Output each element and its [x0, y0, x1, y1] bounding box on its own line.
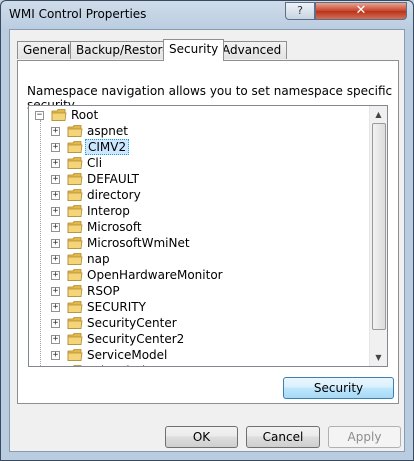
cancel-button-label: Cancel: [262, 430, 304, 444]
expand-icon[interactable]: +: [51, 239, 60, 248]
expand-icon[interactable]: +: [51, 143, 60, 152]
tab-security[interactable]: Security: [163, 39, 225, 61]
folder-icon: [67, 284, 83, 298]
window-title: WMI Control Properties: [9, 7, 147, 21]
expand-icon[interactable]: +: [51, 223, 60, 232]
expand-icon[interactable]: +: [51, 287, 60, 296]
folder-icon: [67, 236, 83, 250]
tab-general[interactable]: General: [17, 41, 77, 59]
security-button[interactable]: Security: [283, 377, 394, 399]
tree-item-label: CIMV2: [85, 139, 130, 155]
tree-item[interactable]: + SECURITY: [29, 299, 369, 315]
folder-icon: [67, 140, 83, 154]
scroll-up-icon[interactable]: ▲: [370, 106, 387, 123]
tree-item-label: ServiceModel: [87, 348, 168, 362]
tree-item[interactable]: + SecurityCenter: [29, 315, 369, 331]
expand-icon[interactable]: +: [51, 159, 60, 168]
expand-icon[interactable]: +: [51, 351, 60, 360]
tree-item-label: Interop: [87, 204, 130, 218]
tree-item[interactable]: + nap: [29, 251, 369, 267]
folder-icon: [67, 204, 83, 218]
tree-item[interactable]: + SecurityCenter2: [29, 331, 369, 347]
security-tab-panel: Namespace navigation allows you to set n…: [17, 60, 399, 404]
collapse-icon[interactable]: −: [35, 111, 44, 120]
tree-item-label: OpenHardwareMonitor: [87, 268, 223, 282]
tree-item[interactable]: + RSOP: [29, 283, 369, 299]
tree-item[interactable]: + OpenHardwareMonitor: [29, 267, 369, 283]
tree-item-label: Root: [71, 108, 99, 122]
ok-button[interactable]: OK: [165, 426, 238, 448]
tab-general-label: General: [23, 43, 71, 57]
ok-button-label: OK: [192, 430, 211, 444]
expand-icon[interactable]: +: [51, 127, 60, 136]
tab-advanced[interactable]: Advanced: [216, 41, 288, 59]
tree-connector-line: [40, 120, 41, 366]
tree-item-label: Cli: [87, 156, 103, 170]
tree-item-label: aspnet: [87, 124, 128, 138]
expand-icon[interactable]: +: [51, 335, 60, 344]
expand-icon[interactable]: +: [51, 175, 60, 184]
help-icon: ?: [297, 4, 303, 17]
expand-icon[interactable]: +: [51, 255, 60, 264]
folder-icon: [67, 252, 83, 266]
folder-icon: [67, 332, 83, 346]
tree-item[interactable]: + DEFAULT: [29, 171, 369, 187]
tree-item[interactable]: + Cli: [29, 155, 369, 171]
folder-icon: [67, 220, 83, 234]
folder-icon: [67, 364, 83, 366]
dialog-window: WMI Control Properties ? ✕ General Backu…: [0, 0, 414, 461]
apply-button-label: Apply: [347, 430, 382, 444]
tab-backup-restore[interactable]: Backup/Restore: [70, 41, 176, 59]
tree-item-label: RSOP: [87, 284, 120, 298]
title-bar[interactable]: WMI Control Properties ? ✕: [1, 1, 413, 29]
tree-item[interactable]: + MicrosoftWmiNet: [29, 235, 369, 251]
security-button-label: Security: [313, 381, 364, 395]
tree-item-label: directory: [87, 188, 141, 202]
folder-icon: [67, 316, 83, 330]
tree-root-item[interactable]: − Root: [29, 107, 369, 123]
folder-icon: [67, 124, 83, 138]
tree-item[interactable]: + directory: [29, 187, 369, 203]
tree-item-label: DEFAULT: [87, 172, 139, 186]
tree-item[interactable]: + Microsoft: [29, 219, 369, 235]
close-button[interactable]: ✕: [315, 2, 407, 20]
tree-item-label: SecurityCenter2: [87, 332, 185, 346]
tree-item-label: nap: [87, 252, 110, 266]
tree-scrollbar[interactable]: ▲ ▼: [369, 106, 387, 366]
tree-item[interactable]: +subscription: [29, 363, 369, 366]
tree-item[interactable]: + CIMV2: [29, 139, 369, 155]
namespace-tree[interactable]: ▲ ▼ − Root + aspnet + CIMV2 + Cli + DEFAULT + direc…: [28, 105, 388, 367]
apply-button: Apply: [328, 426, 401, 448]
folder-icon: [67, 268, 83, 282]
scroll-down-icon[interactable]: ▼: [370, 349, 387, 366]
expand-icon[interactable]: +: [51, 303, 60, 312]
tree-item-label: MicrosoftWmiNet: [87, 236, 190, 250]
tab-security-label: Security: [169, 42, 219, 56]
folder-icon: [67, 348, 83, 362]
folder-icon: [67, 156, 83, 170]
scroll-thumb[interactable]: [372, 123, 386, 330]
dialog-client: General Backup/Restore Security Advanced…: [9, 29, 405, 452]
tab-backup-restore-label: Backup/Restore: [76, 43, 170, 57]
tree-item-label: SECURITY: [87, 300, 146, 314]
expand-icon[interactable]: +: [51, 207, 60, 216]
tree-item[interactable]: + Interop: [29, 203, 369, 219]
expand-icon[interactable]: +: [51, 319, 60, 328]
tree-item[interactable]: + aspnet: [29, 123, 369, 139]
close-icon: ✕: [355, 3, 367, 18]
expand-icon[interactable]: +: [51, 191, 60, 200]
cancel-button[interactable]: Cancel: [246, 426, 320, 448]
help-button[interactable]: ?: [285, 2, 315, 20]
expand-icon[interactable]: +: [51, 271, 60, 280]
tree-item-label: SecurityCenter: [87, 316, 177, 330]
folder-icon: [51, 108, 67, 122]
folder-icon: [67, 188, 83, 202]
tree-item[interactable]: + ServiceModel: [29, 347, 369, 363]
tree-item-label: Microsoft: [87, 220, 142, 234]
tree-item-label: subscription: [85, 363, 162, 366]
folder-icon: [67, 172, 83, 186]
tab-advanced-label: Advanced: [222, 43, 282, 57]
folder-icon: [67, 300, 83, 314]
